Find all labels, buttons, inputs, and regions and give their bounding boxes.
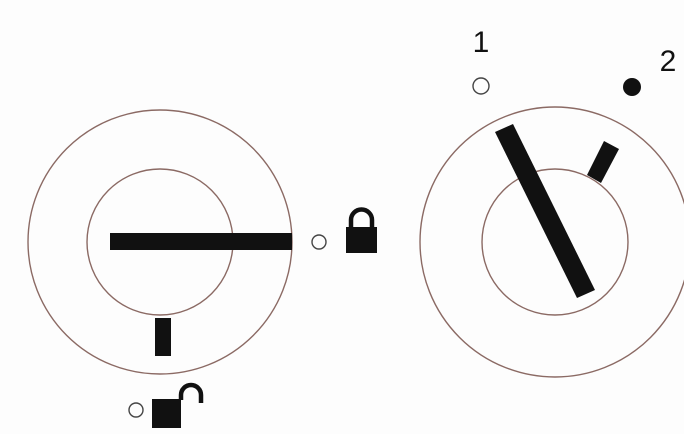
left-key-switch	[27, 109, 293, 375]
position-2-label: 2	[660, 45, 677, 78]
position-2-marker: 2	[623, 45, 676, 96]
right-key-slot	[495, 124, 595, 298]
locked-indicator-dot	[311, 234, 327, 250]
unlocked-indicator-dot	[128, 402, 144, 418]
unlocked-position-marker	[128, 382, 204, 428]
left-key-notch	[155, 318, 171, 356]
left-key-slot	[110, 233, 292, 250]
padlock-closed-icon	[346, 207, 377, 253]
padlock-open-icon	[152, 382, 204, 428]
right-key-switch	[419, 106, 684, 378]
position-2-filled-dot	[623, 78, 641, 96]
position-1-marker: 1	[472, 26, 490, 95]
position-1-label: 1	[473, 26, 490, 59]
key-switch-diagram: 1 2	[27, 26, 684, 428]
position-1-hollow-dot	[472, 77, 490, 95]
locked-position-marker	[311, 207, 377, 253]
right-key-notch	[587, 141, 619, 183]
